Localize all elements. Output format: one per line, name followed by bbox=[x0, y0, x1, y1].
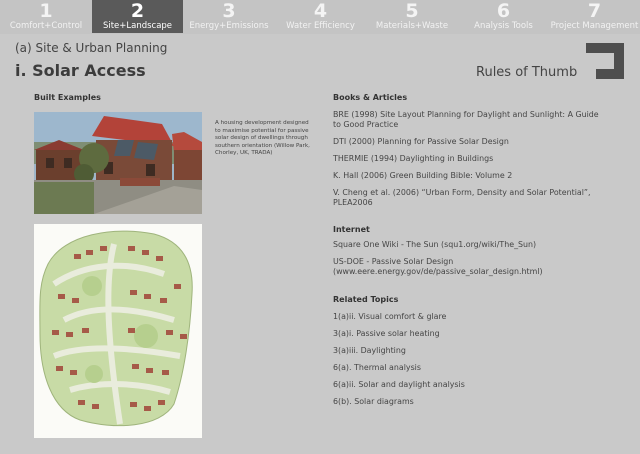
related-topic-daylighting[interactable]: 3(a)iii. Daylighting bbox=[333, 346, 603, 356]
related-topic-solar-diagrams[interactable]: 6(b). Solar diagrams bbox=[333, 397, 603, 407]
tab-energy-emissions[interactable]: 3 Energy+Emissions bbox=[183, 0, 275, 33]
tab-materials-waste[interactable]: 5 Materials+Waste bbox=[366, 0, 458, 33]
tab-number: 2 bbox=[130, 0, 145, 22]
internet-list: Square One Wiki - The Sun (squ1.org/wiki… bbox=[333, 240, 603, 284]
tab-water-efficiency[interactable]: 4 Water Efficiency bbox=[275, 0, 366, 33]
link-square-one-wiki[interactable]: Square One Wiki - The Sun (squ1.org/wiki… bbox=[333, 240, 603, 250]
related-topics-heading: Related Topics bbox=[333, 295, 399, 304]
breadcrumb: (a) Site & Urban Planning bbox=[15, 41, 168, 55]
tab-number: 4 bbox=[313, 0, 328, 22]
related-topic-visual-comfort[interactable]: 1(a)ii. Visual comfort & glare bbox=[333, 312, 603, 322]
page-title: i. Solar Access bbox=[15, 61, 146, 80]
housing-photo bbox=[34, 112, 202, 214]
tab-label: Project Management bbox=[550, 21, 639, 31]
tab-analysis-tools[interactable]: 6 Analysis Tools bbox=[458, 0, 549, 33]
tab-label: Analysis Tools bbox=[474, 21, 533, 31]
tab-number: 6 bbox=[496, 0, 511, 22]
book-item-cheng[interactable]: V. Cheng et al. (2006) “Urban Form, Dens… bbox=[333, 188, 603, 208]
tab-label: Materials+Waste bbox=[375, 21, 449, 31]
tab-number: 5 bbox=[405, 0, 419, 22]
link-us-doe[interactable]: US-DOE - Passive Solar Design (www.eere.… bbox=[333, 257, 603, 277]
tab-project-management[interactable]: 7 Project Management bbox=[549, 0, 640, 33]
related-topic-solar-daylight-analysis[interactable]: 6(a)ii. Solar and daylight analysis bbox=[333, 380, 603, 390]
tab-number: 1 bbox=[39, 0, 53, 22]
tab-label: Comfort+Control bbox=[9, 21, 83, 31]
tab-label: Site+Landscape bbox=[102, 21, 173, 31]
tab-site-landscape[interactable]: 2 Site+Landscape bbox=[92, 0, 183, 33]
tab-label: Energy+Emissions bbox=[189, 21, 269, 31]
internet-heading: Internet bbox=[333, 225, 370, 234]
book-item-thermie[interactable]: THERMIE (1994) Daylighting in Buildings bbox=[333, 154, 603, 164]
photo-caption: A housing development designed to maximi… bbox=[215, 120, 310, 157]
related-topic-thermal-analysis[interactable]: 6(a). Thermal analysis bbox=[333, 363, 603, 373]
tab-label: Water Efficiency bbox=[286, 21, 355, 31]
related-topics-list: 1(a)ii. Visual comfort & glare 3(a)i. Pa… bbox=[333, 312, 603, 414]
tab-comfort-control[interactable]: 1 Comfort+Control bbox=[0, 0, 92, 33]
related-topic-passive-solar-heating[interactable]: 3(a)i. Passive solar heating bbox=[333, 329, 603, 339]
rules-of-thumb-link[interactable]: Rules of Thumb bbox=[476, 65, 577, 80]
books-list: BRE (1998) Site Layout Planning for Dayl… bbox=[333, 110, 603, 215]
book-item-bre[interactable]: BRE (1998) Site Layout Planning for Dayl… bbox=[333, 110, 603, 130]
books-heading: Books & Articles bbox=[333, 93, 408, 102]
tab-number: 3 bbox=[222, 0, 236, 22]
top-navigation: 1 Comfort+Control 2 Site+Landscape 3 Ene… bbox=[0, 0, 640, 34]
book-item-dti[interactable]: DTI (2000) Planning for Passive Solar De… bbox=[333, 137, 603, 147]
built-examples-heading: Built Examples bbox=[34, 93, 101, 102]
site-plan-drawing bbox=[34, 224, 202, 438]
book-item-hall[interactable]: K. Hall (2006) Green Building Bible: Vol… bbox=[333, 171, 603, 181]
tab-number: 7 bbox=[587, 0, 602, 22]
rules-of-thumb-logo-icon[interactable] bbox=[586, 43, 624, 79]
